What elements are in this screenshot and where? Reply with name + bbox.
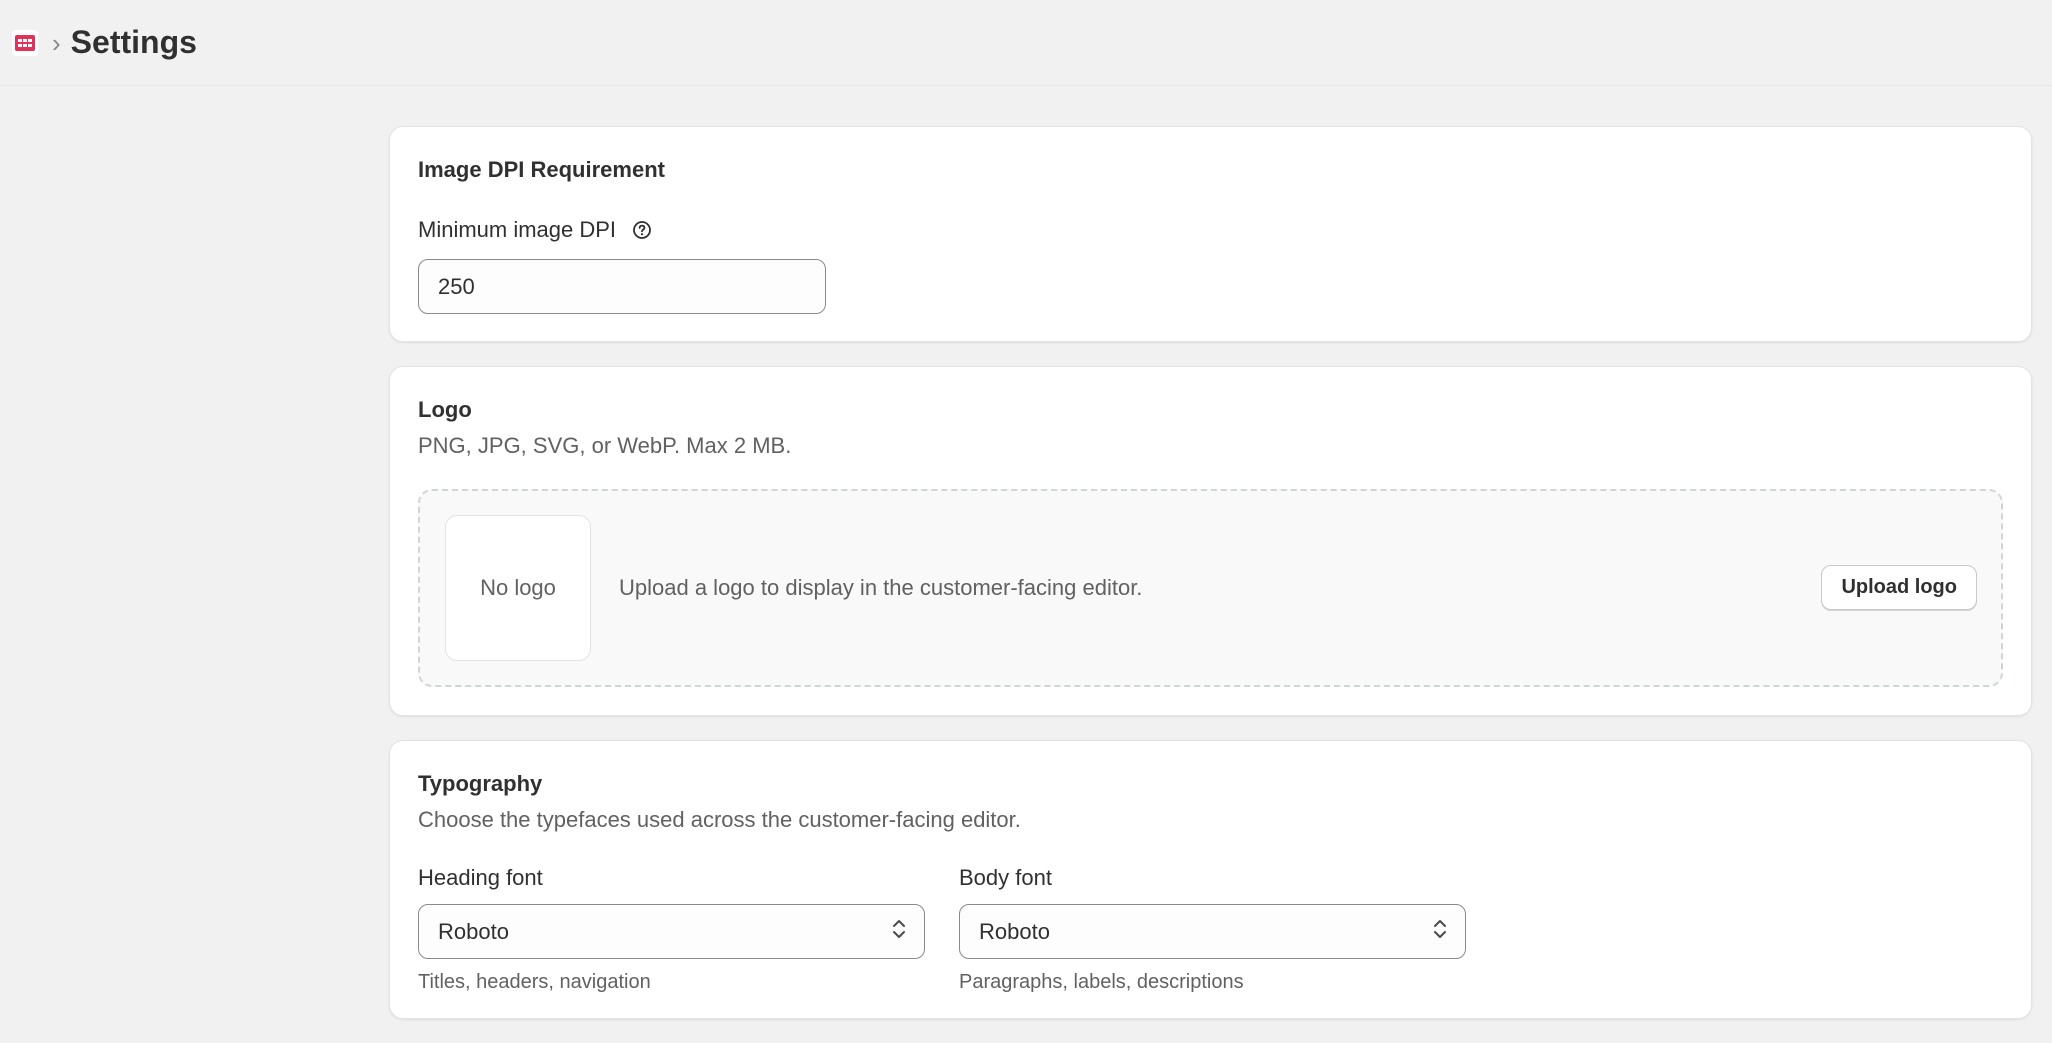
heading-font-select[interactable]: Roboto [418, 904, 925, 959]
logo-card-subtitle: PNG, JPG, SVG, or WebP. Max 2 MB. [418, 433, 792, 458]
font-row: Heading font Roboto Titles, headers, nav… [418, 865, 2003, 994]
logo-card: Logo PNG, JPG, SVG, or WebP. Max 2 MB. N… [389, 366, 2032, 716]
heading-font-label: Heading font [418, 865, 543, 890]
logo-dropzone[interactable]: No logo Upload a logo to display in the … [418, 489, 2003, 687]
heading-font-field: Heading font Roboto Titles, headers, nav… [418, 865, 925, 994]
body-font-hint: Paragraphs, labels, descriptions [959, 971, 1244, 993]
typography-card-subtitle: Choose the typefaces used across the cus… [418, 807, 1021, 832]
typography-card: Typography Choose the typefaces used acr… [389, 740, 2032, 1019]
body-font-value: Roboto [979, 918, 1050, 944]
breadcrumb-separator: › [52, 27, 61, 58]
min-dpi-label: Minimum image DPI [418, 217, 2003, 243]
logo-card-title: Logo [418, 397, 472, 422]
typography-card-title: Typography [418, 771, 543, 796]
top-bar: › Settings [0, 0, 2052, 86]
select-arrows-icon [1433, 917, 1447, 947]
dpi-card-title: Image DPI Requirement [418, 157, 665, 182]
min-dpi-label-text: Minimum image DPI [418, 217, 617, 242]
settings-main: Image DPI Requirement Minimum image DPI … [389, 126, 2032, 1043]
page-title: Settings [70, 24, 197, 60]
logo-drop-text: Upload a logo to display in the customer… [619, 575, 1143, 600]
body-font-select[interactable]: Roboto [959, 904, 1466, 959]
body-font-label: Body font [959, 865, 1052, 890]
select-arrows-icon [892, 917, 906, 947]
question-circle-icon[interactable] [632, 220, 652, 240]
body-font-field: Body font Roboto Paragraphs, labels, des… [959, 865, 1466, 994]
heading-font-hint: Titles, headers, navigation [418, 971, 651, 993]
heading-font-value: Roboto [438, 918, 509, 944]
app-grid-icon[interactable] [12, 29, 38, 56]
min-dpi-input[interactable] [418, 259, 826, 314]
upload-logo-button[interactable]: Upload logo [1821, 565, 1977, 610]
logo-preview: No logo [445, 515, 591, 661]
dpi-card: Image DPI Requirement Minimum image DPI [389, 126, 2032, 342]
